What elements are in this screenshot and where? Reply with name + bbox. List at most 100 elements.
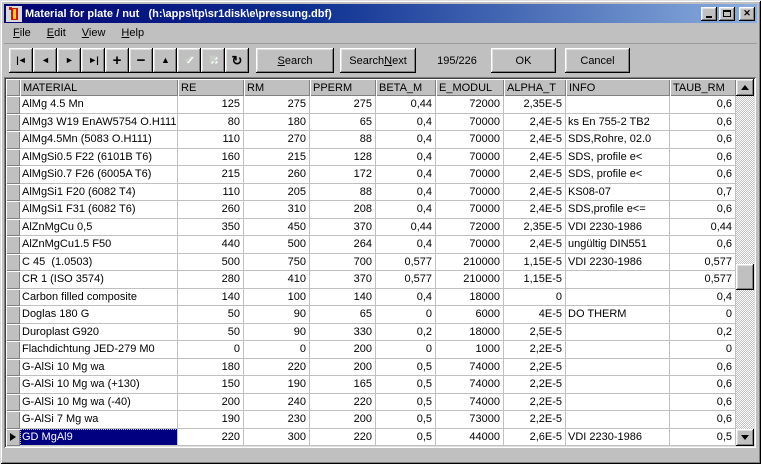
cell-pperm[interactable]: 275 — [310, 96, 376, 114]
cell-info[interactable]: KS08-07 — [566, 184, 670, 202]
cell-e_modul[interactable]: 70000 — [436, 149, 504, 167]
cell-pperm[interactable]: 200 — [310, 411, 376, 429]
menu-edit[interactable]: Edit — [39, 24, 74, 42]
cell-taub_rm[interactable]: 0,6 — [670, 131, 736, 149]
cell-info[interactable] — [566, 359, 670, 377]
cell-e_modul[interactable]: 18000 — [436, 289, 504, 307]
cell-rm[interactable]: 270 — [244, 131, 310, 149]
cell-beta_m[interactable]: 0,5 — [376, 429, 436, 447]
cell-material[interactable]: AlMgSi1 F31 (6082 T6) — [20, 201, 178, 219]
cell-beta_m[interactable]: 0,5 — [376, 394, 436, 412]
column-header-pperm[interactable]: PPERM — [310, 79, 376, 96]
cell-rm[interactable]: 300 — [244, 429, 310, 447]
cell-info[interactable]: SDS,Rohre, 02.0 — [566, 131, 670, 149]
cell-material[interactable]: G-AlSi 10 Mg wa (-40) — [20, 394, 178, 412]
cell-beta_m[interactable]: 0,4 — [376, 166, 436, 184]
cell-info[interactable]: SDS, profile e< — [566, 149, 670, 167]
cell-material[interactable]: AlMgSi1 F20 (6082 T4) — [20, 184, 178, 202]
scrollbar-track[interactable] — [736, 96, 754, 429]
cell-taub_rm[interactable]: 0,6 — [670, 376, 736, 394]
cell-e_modul[interactable]: 73000 — [436, 411, 504, 429]
cell-e_modul[interactable]: 70000 — [436, 201, 504, 219]
menu-help[interactable]: Help — [113, 24, 152, 42]
cell-pperm[interactable]: 264 — [310, 236, 376, 254]
cell-beta_m[interactable]: 0,4 — [376, 131, 436, 149]
cell-pperm[interactable]: 370 — [310, 271, 376, 289]
cell-info[interactable] — [566, 324, 670, 342]
column-header-material[interactable]: MATERIAL — [20, 79, 178, 96]
cell-beta_m[interactable]: 0,44 — [376, 96, 436, 114]
cell-re[interactable]: 280 — [178, 271, 244, 289]
cell-alpha_t[interactable]: 2,4E-5 — [504, 166, 566, 184]
cell-taub_rm[interactable]: 0,6 — [670, 394, 736, 412]
cell-material[interactable]: AlMgSi0.5 F22 (6101B T6) — [20, 149, 178, 167]
cell-material[interactable]: G-AlSi 7 Mg wa — [20, 411, 178, 429]
cell-taub_rm[interactable]: 0,4 — [670, 289, 736, 307]
cell-info[interactable] — [566, 394, 670, 412]
first-record-button[interactable]: |◄ — [9, 48, 33, 73]
cell-alpha_t[interactable]: 2,4E-5 — [504, 236, 566, 254]
cell-re[interactable]: 80 — [178, 114, 244, 132]
column-header-alpha_t[interactable]: ALPHA_T — [504, 79, 566, 96]
cell-pperm[interactable]: 128 — [310, 149, 376, 167]
cell-alpha_t[interactable]: 4E-5 — [504, 306, 566, 324]
cell-e_modul[interactable]: 70000 — [436, 166, 504, 184]
cell-re[interactable]: 190 — [178, 411, 244, 429]
cell-info[interactable] — [566, 96, 670, 114]
cell-re[interactable]: 110 — [178, 184, 244, 202]
cancel-edit-button[interactable]: ✖ — [201, 48, 225, 73]
cell-rm[interactable]: 450 — [244, 219, 310, 237]
cell-info[interactable]: DO THERM — [566, 306, 670, 324]
cell-e_modul[interactable]: 70000 — [436, 236, 504, 254]
cell-beta_m[interactable]: 0,4 — [376, 184, 436, 202]
cell-pperm[interactable]: 165 — [310, 376, 376, 394]
cell-rm[interactable]: 215 — [244, 149, 310, 167]
cell-pperm[interactable]: 200 — [310, 359, 376, 377]
titlebar[interactable]: Material for plate / nut (h:\apps\tp\sr1… — [4, 4, 757, 23]
cell-info[interactable]: SDS,profile e<= — [566, 201, 670, 219]
cell-beta_m[interactable]: 0,4 — [376, 236, 436, 254]
cell-taub_rm[interactable]: 0,577 — [670, 254, 736, 272]
cell-alpha_t[interactable]: 2,5E-5 — [504, 324, 566, 342]
cell-re[interactable]: 440 — [178, 236, 244, 254]
cell-taub_rm[interactable]: 0,6 — [670, 114, 736, 132]
cell-rm[interactable]: 100 — [244, 289, 310, 307]
search-next-button[interactable]: Search Next — [340, 48, 416, 73]
cell-re[interactable]: 215 — [178, 166, 244, 184]
cell-re[interactable]: 220 — [178, 429, 244, 447]
cell-material[interactable]: AlMg3 W19 EnAW5754 O.H111 — [20, 114, 178, 132]
cell-re[interactable]: 50 — [178, 306, 244, 324]
next-record-button[interactable]: ► — [57, 48, 81, 73]
cell-beta_m[interactable]: 0 — [376, 341, 436, 359]
cell-material[interactable]: AlZnMgCu 0,5 — [20, 219, 178, 237]
cell-rm[interactable]: 310 — [244, 201, 310, 219]
cell-info[interactable]: SDS, profile e< — [566, 166, 670, 184]
menu-view[interactable]: View — [74, 24, 114, 42]
cell-beta_m[interactable]: 0,577 — [376, 254, 436, 272]
cell-material[interactable]: AlMg 4.5 Mn — [20, 96, 178, 114]
scroll-down-button[interactable] — [736, 429, 754, 446]
cell-pperm[interactable]: 220 — [310, 429, 376, 447]
cell-taub_rm[interactable]: 0,6 — [670, 359, 736, 377]
cell-alpha_t[interactable]: 1,15E-5 — [504, 271, 566, 289]
cell-beta_m[interactable]: 0,44 — [376, 219, 436, 237]
cell-e_modul[interactable]: 210000 — [436, 271, 504, 289]
cell-material[interactable]: AlZnMgCu1.5 F50 — [20, 236, 178, 254]
cell-pperm[interactable]: 65 — [310, 114, 376, 132]
cell-material[interactable]: Doglas 180 G — [20, 306, 178, 324]
maximize-button[interactable] — [719, 7, 735, 21]
cell-rm[interactable]: 90 — [244, 306, 310, 324]
cell-re[interactable]: 50 — [178, 324, 244, 342]
cell-e_modul[interactable]: 70000 — [436, 114, 504, 132]
cell-taub_rm[interactable]: 0,6 — [670, 149, 736, 167]
cell-rm[interactable]: 410 — [244, 271, 310, 289]
cell-re[interactable]: 110 — [178, 131, 244, 149]
cell-beta_m[interactable]: 0,4 — [376, 149, 436, 167]
cell-taub_rm[interactable]: 0,6 — [670, 166, 736, 184]
cell-rm[interactable]: 260 — [244, 166, 310, 184]
cell-pperm[interactable]: 172 — [310, 166, 376, 184]
cell-info[interactable]: VDI 2230-1986 — [566, 254, 670, 272]
cell-material[interactable]: Duroplast G920 — [20, 324, 178, 342]
cell-alpha_t[interactable]: 2,2E-5 — [504, 376, 566, 394]
cell-taub_rm[interactable]: 0,6 — [670, 236, 736, 254]
